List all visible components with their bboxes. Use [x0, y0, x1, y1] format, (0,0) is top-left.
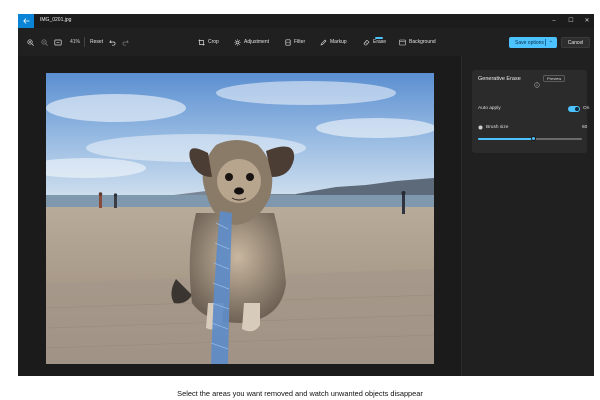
preview-badge: Preview — [543, 75, 566, 82]
auto-apply-toggle[interactable] — [568, 106, 580, 112]
tab-background[interactable]: Background — [399, 37, 436, 47]
slider-thumb[interactable] — [530, 136, 536, 141]
zoom-in-icon — [27, 38, 34, 46]
fit-view-icon — [54, 39, 62, 45]
panel-title: Generative Erase — [478, 76, 521, 82]
dog-on-beach-photo — [46, 73, 434, 364]
tab-filter-label: Filter — [294, 39, 306, 45]
crop-icon — [198, 39, 205, 45]
zoom-in-button[interactable] — [27, 37, 34, 47]
zoom-out-button[interactable] — [41, 37, 48, 47]
tab-crop-label: Crop — [208, 39, 219, 45]
photos-app-window: IMG_0201.jpg – ☐ ✕ 41% Reset Crop Adjust… — [18, 14, 594, 376]
tab-adjustment-label: Adjustment — [244, 39, 270, 45]
erase-panel: Generative Erase Preview Auto apply On B… — [461, 56, 594, 376]
zoom-out-icon — [41, 38, 48, 46]
tab-filter[interactable]: Filter — [285, 37, 305, 47]
adjustment-icon — [234, 38, 241, 46]
minimize-button[interactable]: – — [549, 16, 559, 26]
save-options-button[interactable]: Save options ⌄ — [509, 37, 557, 48]
redo-icon — [122, 39, 129, 46]
filter-icon — [285, 38, 291, 46]
tab-markup-label: Markup — [330, 39, 347, 45]
back-button[interactable] — [18, 14, 34, 28]
brush-size-slider[interactable] — [478, 136, 582, 141]
erase-icon — [363, 39, 370, 45]
toolbar: 41% Reset Crop Adjustment Filter Markup … — [18, 28, 594, 56]
image-canvas — [18, 56, 461, 376]
markup-icon — [320, 39, 327, 45]
close-button[interactable]: ✕ — [582, 16, 592, 26]
fit-view-button[interactable] — [54, 37, 62, 47]
auto-apply-label: Auto apply — [478, 106, 501, 111]
info-icon[interactable] — [534, 75, 540, 93]
brush-size-row: Brush size — [478, 125, 508, 130]
tab-erase-label: Erase — [373, 39, 387, 45]
reset-button[interactable]: Reset — [90, 39, 103, 45]
caption-text: Select the areas you want removed and wa… — [177, 389, 423, 398]
brush-size-value: 60 — [582, 125, 588, 130]
tab-crop[interactable]: Crop — [198, 37, 219, 47]
active-tab-indicator — [375, 37, 383, 39]
background-icon — [399, 39, 406, 45]
toolbar-divider — [84, 37, 85, 47]
brush-size-label: Brush size — [486, 125, 509, 130]
toggle-knob — [575, 107, 579, 111]
brush-icon — [478, 125, 483, 130]
undo-icon — [109, 39, 116, 46]
back-arrow-icon — [22, 18, 29, 24]
zoom-level: 41% — [70, 39, 81, 45]
undo-button[interactable] — [109, 37, 116, 47]
split-divider — [545, 39, 546, 46]
save-options-label: Save options — [515, 39, 544, 46]
redo-button[interactable] — [122, 37, 129, 47]
edited-photo[interactable] — [46, 73, 434, 364]
generative-erase-card: Generative Erase Preview Auto apply On B… — [472, 70, 590, 153]
slider-fill — [478, 138, 534, 140]
title-bar: IMG_0201.jpg – ☐ ✕ — [18, 14, 594, 28]
auto-apply-state: On — [583, 106, 590, 111]
tab-background-label: Background — [409, 39, 436, 45]
tab-erase[interactable]: Erase — [363, 37, 386, 47]
tab-markup[interactable]: Markup — [320, 37, 347, 47]
tab-adjustment[interactable]: Adjustment — [234, 37, 269, 47]
chevron-down-icon[interactable]: ⌄ — [549, 38, 553, 44]
file-name: IMG_0201.jpg — [40, 17, 72, 23]
maximize-button[interactable]: ☐ — [566, 16, 576, 26]
cancel-button[interactable]: Cancel — [561, 37, 590, 48]
